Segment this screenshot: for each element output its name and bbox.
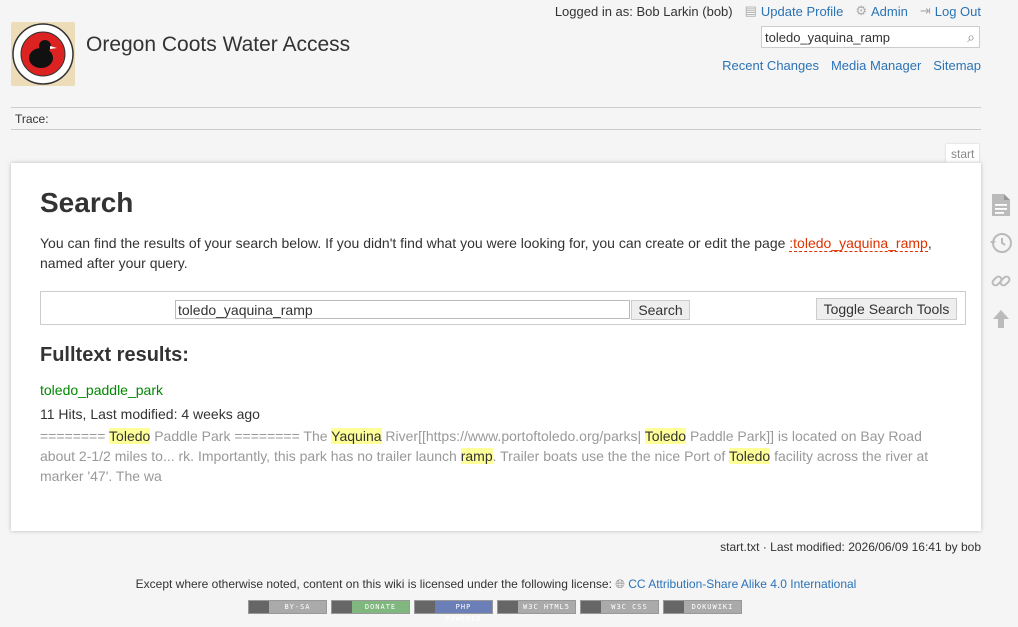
fulltext-heading: Fulltext results: (40, 344, 189, 366)
footer-badge[interactable]: W3C HTML5 (497, 600, 576, 614)
search-intro: You can find the results of your search … (40, 233, 940, 273)
header-search: ⌕ (761, 26, 980, 48)
backlinks-icon[interactable] (989, 269, 1013, 293)
snippet-text: River[[https://www.portoftoledo.org/park… (381, 428, 645, 444)
badge-logo-icon (581, 601, 601, 613)
snippet-text: Paddle Park ======== The (150, 428, 332, 444)
site-tools: Recent Changes Media Manager Sitemap (722, 58, 981, 73)
update-profile-label[interactable]: Update Profile (761, 4, 843, 19)
logged-in-label: Logged in as: Bob Larkin (bob) (554, 3, 733, 19)
snippet-text: ======== (40, 428, 110, 444)
badge-label: DOKUWIKI (684, 601, 741, 613)
logout-icon: ⇥ (919, 3, 931, 18)
header-search-input[interactable] (762, 29, 958, 45)
footer-badge[interactable]: PHP POWERED (414, 600, 493, 623)
user-tools: Logged in as: Bob Larkin (bob) ▤ Update … (555, 3, 981, 19)
badge-label: W3C CSS (601, 601, 658, 613)
result-link[interactable]: toledo_paddle_park (40, 382, 163, 398)
page-content: Search You can find the results of your … (11, 163, 981, 531)
footer-badge[interactable]: DOKUWIKI (663, 600, 742, 614)
badge-logo-icon (249, 601, 269, 613)
page-id-tab[interactable]: start (946, 144, 980, 163)
doc-info: start.txt · Last modified: 2026/06/09 16… (720, 540, 981, 554)
media-manager-link[interactable]: Media Manager (831, 58, 921, 73)
snippet-text: . Trailer boats use the the nice Port of (492, 448, 729, 464)
logout-label[interactable]: Log Out (935, 4, 981, 19)
back-to-top-icon[interactable] (989, 307, 1013, 331)
license-text: Except where otherwise noted, content on… (135, 577, 612, 591)
recent-changes-link[interactable]: Recent Changes (722, 58, 819, 73)
search-icon[interactable]: ⌕ (967, 29, 975, 46)
badge-logo-icon (415, 601, 435, 613)
search-highlight: Toledo (644, 428, 687, 444)
badge-label: PHP POWERED (435, 601, 492, 623)
result-meta: 11 Hits, Last modified: 4 weeks ago (40, 406, 260, 422)
footer-badge[interactable]: DONATE (331, 600, 410, 614)
update-profile-link[interactable]: ▤ Update Profile (745, 3, 844, 19)
badge-label: BY-SA (269, 601, 326, 613)
page-title: Search (40, 187, 134, 218)
gear-icon: ⚙ (855, 3, 867, 18)
footer-badges: BY-SA DONATE PHP POWERED W3C HTML5 W3C CSS DO… (248, 600, 742, 623)
profile-card-icon: ▤ (744, 3, 757, 18)
query-input[interactable] (175, 300, 630, 319)
site-title[interactable]: Oregon Coots Water Access (86, 33, 350, 57)
intro-text: You can find the results of your search … (40, 235, 790, 251)
page-tools (988, 193, 1014, 331)
admin-label[interactable]: Admin (871, 4, 908, 19)
search-highlight: Toledo (109, 428, 151, 444)
show-page-icon[interactable] (989, 193, 1013, 217)
badge-logo-icon (498, 601, 518, 613)
search-highlight: Toledo (728, 448, 771, 464)
old-revisions-icon[interactable] (989, 231, 1013, 255)
badge-logo-icon (664, 601, 684, 613)
license-line: Except where otherwise noted, content on… (0, 577, 992, 592)
badge-label: DONATE (352, 601, 409, 613)
breadcrumb-trace: Trace: (15, 112, 49, 126)
site-logo[interactable] (11, 22, 75, 86)
badge-logo-icon (332, 601, 352, 613)
advanced-search-form: Search Toggle Search Tools (40, 291, 966, 325)
divider (11, 129, 981, 130)
badge-label: W3C HTML5 (518, 601, 575, 613)
sitemap-link[interactable]: Sitemap (933, 58, 981, 73)
footer-badge[interactable]: W3C CSS (580, 600, 659, 614)
admin-link[interactable]: ⚙ Admin (855, 3, 908, 19)
search-highlight: ramp (460, 448, 493, 464)
search-highlight: Yaquina (331, 428, 382, 444)
divider (11, 107, 981, 108)
toggle-search-tools-button[interactable]: Toggle Search Tools (816, 298, 957, 320)
search-button[interactable]: Search (631, 300, 690, 320)
logout-link[interactable]: ⇥ Log Out (920, 3, 981, 19)
globe-icon: 🌐︎ (615, 577, 625, 591)
footer-badge[interactable]: BY-SA (248, 600, 327, 614)
license-link[interactable]: CC Attribution-Share Alike 4.0 Internati… (628, 577, 856, 591)
result-snippet: ======== Toledo Paddle Park ======== The… (40, 426, 950, 486)
create-page-link[interactable]: :toledo_yaquina_ramp (789, 235, 928, 252)
